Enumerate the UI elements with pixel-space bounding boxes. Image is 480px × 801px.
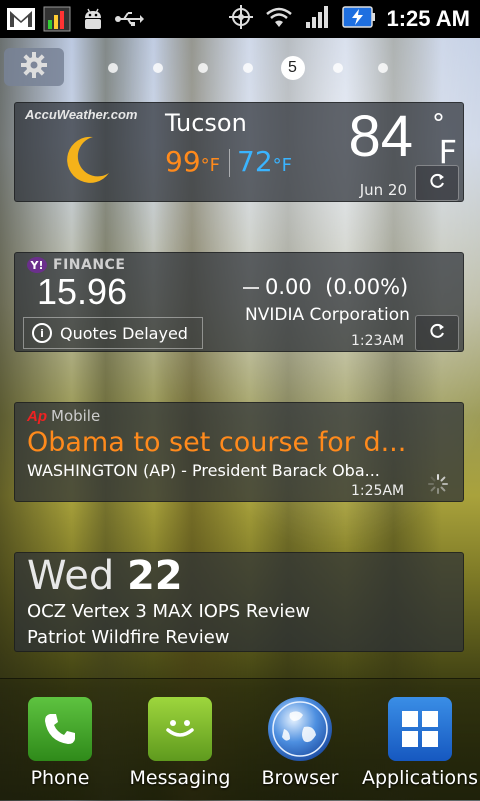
page-dot[interactable] bbox=[90, 56, 135, 80]
page-dot-active[interactable]: 5 bbox=[270, 56, 315, 80]
android-icon bbox=[78, 4, 108, 34]
calendar-widget[interactable]: Wed 22 OCZ Vertex 3 MAX IOPS Review Patr… bbox=[14, 552, 464, 652]
quotes-delayed-label: Quotes Delayed bbox=[60, 323, 188, 343]
page-dot[interactable] bbox=[180, 56, 225, 80]
settings-button[interactable] bbox=[4, 48, 64, 86]
status-bar[interactable]: 1:25 AM bbox=[0, 0, 480, 38]
dock-applications[interactable]: Applications bbox=[360, 679, 480, 801]
phone-icon bbox=[28, 697, 92, 761]
no-change-icon bbox=[243, 287, 259, 289]
company-name: NVIDIA Corporation bbox=[245, 305, 410, 325]
page-dot[interactable] bbox=[315, 56, 360, 80]
page-indicator[interactable]: 5 bbox=[90, 56, 405, 80]
wifi-icon bbox=[264, 5, 294, 33]
dock: Phone Messaging Browser Applications bbox=[0, 678, 480, 801]
dock-label: Messaging bbox=[129, 767, 231, 789]
news-summary: WASHINGTON (AP) - President Barack Oba..… bbox=[27, 461, 380, 480]
weather-low: 72°F bbox=[237, 145, 292, 178]
weather-provider: AccuWeather.com bbox=[25, 107, 138, 122]
weather-date: Jun 20 bbox=[359, 181, 407, 199]
weather-high: 99°F bbox=[165, 145, 220, 178]
page-dot[interactable] bbox=[135, 56, 180, 80]
battery-charging-icon bbox=[342, 6, 376, 32]
dock-label: Browser bbox=[261, 767, 339, 789]
info-icon: i bbox=[32, 323, 52, 343]
news-source: Mobile bbox=[51, 407, 101, 425]
page-dot[interactable] bbox=[360, 56, 405, 80]
notification-icons bbox=[6, 4, 144, 34]
dock-label: Phone bbox=[30, 767, 90, 789]
weather-widget[interactable]: AccuWeather.com Tucson 99°F 72°F 84 ° F … bbox=[14, 102, 464, 202]
usb-icon bbox=[114, 4, 144, 34]
stock-change: 0.00 (0.00%) bbox=[243, 275, 408, 299]
news-widget[interactable]: Ap Mobile Obama to set course for d... W… bbox=[14, 402, 464, 502]
calendar-event[interactable]: OCZ Vertex 3 MAX IOPS Review bbox=[27, 601, 310, 622]
dock-phone[interactable]: Phone bbox=[0, 679, 120, 801]
stock-price: 15.96 bbox=[37, 271, 128, 312]
quotes-delayed-button[interactable]: i Quotes Delayed bbox=[23, 317, 203, 349]
dock-browser[interactable]: Browser bbox=[240, 679, 360, 801]
dock-messaging[interactable]: Messaging bbox=[120, 679, 240, 801]
news-time: 1:25AM bbox=[351, 483, 405, 499]
clock: 1:25 AM bbox=[386, 6, 470, 31]
ap-logo: Ap bbox=[27, 408, 47, 425]
gps-icon bbox=[228, 4, 254, 34]
current-temperature: 84 bbox=[348, 104, 413, 169]
browser-icon bbox=[268, 697, 332, 761]
news-headline[interactable]: Obama to set course for d... bbox=[27, 427, 406, 458]
finance-refresh-button[interactable] bbox=[415, 315, 459, 351]
gear-icon bbox=[20, 51, 48, 83]
chart-icon bbox=[42, 4, 72, 34]
signal-icon bbox=[304, 4, 332, 34]
refresh-icon bbox=[427, 321, 447, 345]
gmail-icon bbox=[6, 4, 36, 34]
calendar-date: Wed 22 bbox=[27, 553, 183, 599]
news-header: Ap Mobile bbox=[27, 407, 100, 425]
refresh-icon bbox=[427, 171, 447, 195]
finance-widget[interactable]: Y! FINANCE 15.96 i Quotes Delayed 0.00 (… bbox=[14, 252, 464, 352]
divider bbox=[229, 149, 230, 177]
weather-refresh-button[interactable] bbox=[415, 165, 459, 201]
weather-city: Tucson bbox=[165, 109, 247, 137]
calendar-event[interactable]: Patriot Wildfire Review bbox=[27, 627, 230, 648]
moon-icon bbox=[65, 135, 111, 189]
messaging-icon bbox=[148, 697, 212, 761]
dock-label: Applications bbox=[361, 767, 479, 789]
applications-icon bbox=[388, 697, 452, 761]
loading-spinner-icon bbox=[427, 473, 449, 499]
finance-time: 1:23AM bbox=[351, 333, 405, 349]
status-icons: 1:25 AM bbox=[228, 0, 470, 38]
page-dot[interactable] bbox=[225, 56, 270, 80]
